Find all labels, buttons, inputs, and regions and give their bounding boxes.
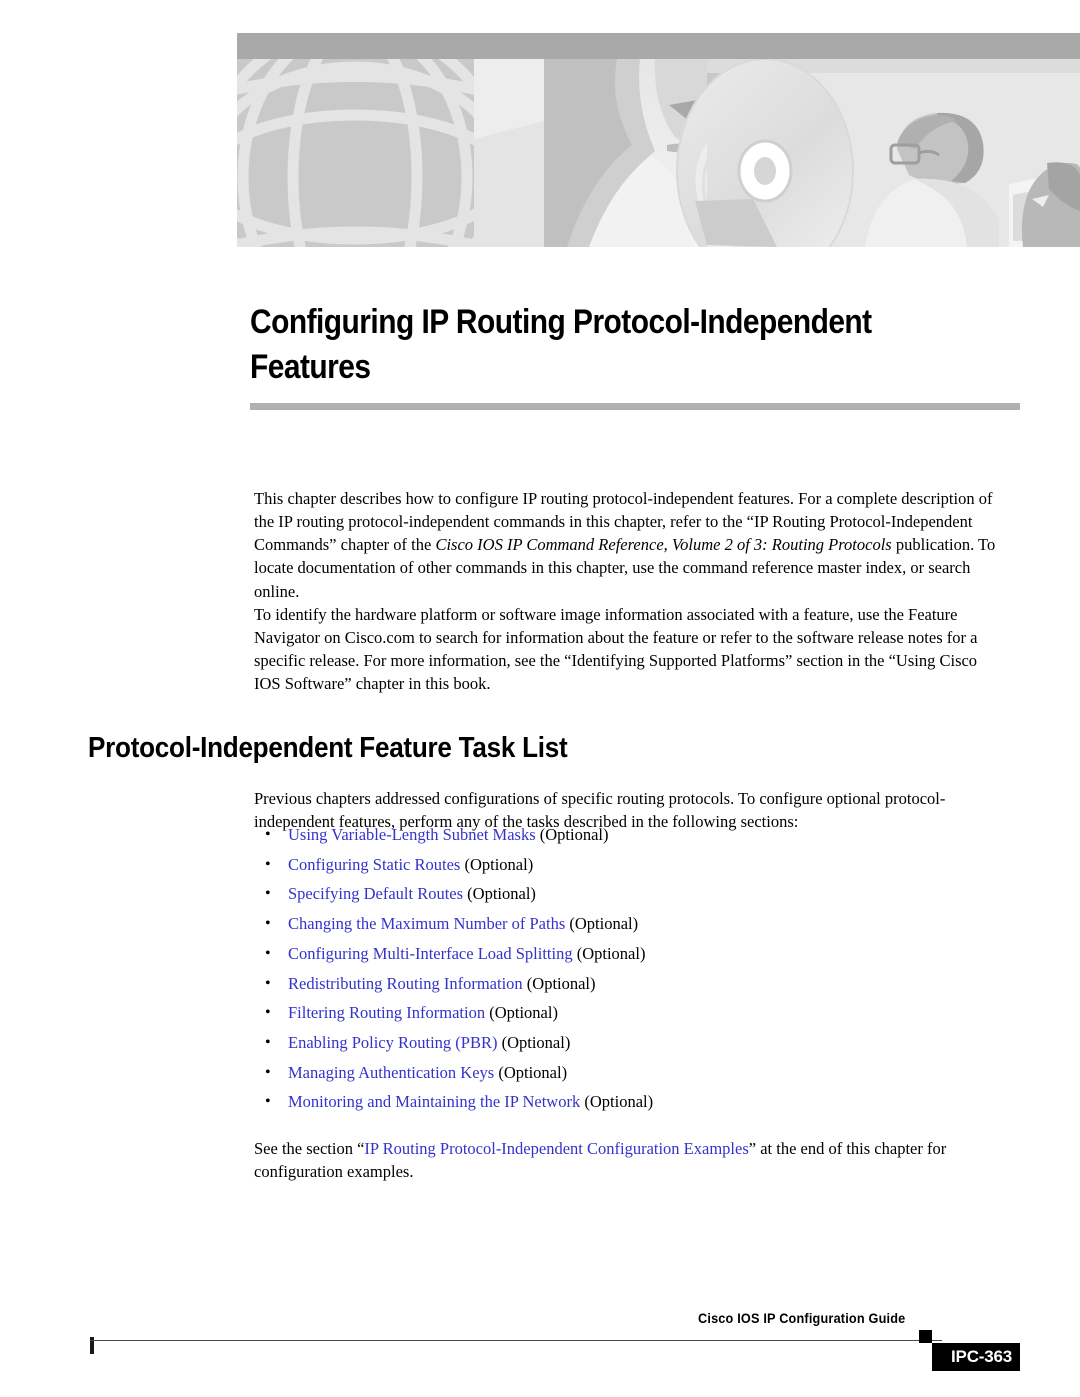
bullet-glyph: • bbox=[265, 1004, 271, 1022]
list-item[interactable]: • Redistributing Routing Information (Op… bbox=[260, 969, 1000, 999]
list-item[interactable]: • Enabling Policy Routing (PBR) (Optiona… bbox=[260, 1028, 1000, 1058]
task-optional-label: (Optional) bbox=[497, 1032, 571, 1052]
banner-artwork bbox=[237, 59, 1080, 247]
list-item[interactable]: • Configuring Static Routes (Optional) bbox=[260, 850, 1000, 880]
bullet-glyph: • bbox=[265, 1033, 271, 1051]
list-item[interactable]: • Monitoring and Maintaining the IP Netw… bbox=[260, 1087, 1000, 1117]
bullet-glyph: • bbox=[265, 1063, 271, 1081]
bullet-glyph: • bbox=[265, 826, 271, 843]
closing-section-link[interactable]: IP Routing Protocol-Independent Configur… bbox=[364, 1139, 748, 1158]
bullet-glyph: • bbox=[265, 855, 271, 873]
list-item[interactable]: • Managing Authentication Keys (Optional… bbox=[260, 1058, 1000, 1088]
task-link[interactable]: Changing the Maximum Number of Paths bbox=[288, 914, 565, 933]
bullet-glyph: • bbox=[265, 944, 271, 962]
footer-square-marker bbox=[919, 1330, 932, 1343]
globe-wireframe-icon bbox=[237, 59, 474, 247]
chapter-banner-illustration bbox=[237, 33, 1080, 247]
task-link[interactable]: Configuring Multi-Interface Load Splitti… bbox=[288, 944, 573, 963]
task-optional-label: (Optional) bbox=[522, 973, 596, 993]
task-link[interactable]: Monitoring and Maintaining the IP Networ… bbox=[288, 1092, 580, 1111]
closing-paragraph: See the section “IP Routing Protocol-Ind… bbox=[254, 1137, 1006, 1184]
task-optional-label: (Optional) bbox=[494, 1062, 568, 1082]
task-optional-label: (Optional) bbox=[485, 1003, 558, 1023]
bullet-glyph: • bbox=[265, 974, 271, 992]
task-optional-label: (Optional) bbox=[535, 825, 609, 844]
task-list: • Using Variable-Length Subnet Masks (Op… bbox=[260, 820, 1000, 1117]
task-link[interactable]: Filtering Routing Information bbox=[288, 1003, 485, 1022]
bullet-glyph: • bbox=[265, 1093, 271, 1111]
list-item[interactable]: • Changing the Maximum Number of Paths (… bbox=[260, 909, 1000, 939]
list-item[interactable]: • Filtering Routing Information (Optiona… bbox=[260, 998, 1000, 1028]
footer-guide-title: Cisco IOS IP Configuration Guide bbox=[698, 1311, 906, 1326]
chapter-title: Configuring IP Routing Protocol-Independ… bbox=[250, 303, 872, 386]
task-link[interactable]: Configuring Static Routes bbox=[288, 855, 460, 874]
title-divider-rule bbox=[250, 403, 1020, 410]
list-item[interactable]: • Configuring Multi-Interface Load Split… bbox=[260, 939, 1000, 969]
footer-rule bbox=[90, 1340, 942, 1341]
page-number-label: IPC-363 bbox=[951, 1347, 1012, 1366]
list-item[interactable]: • Specifying Default Routes (Optional) bbox=[260, 879, 1000, 909]
bullet-glyph: • bbox=[265, 915, 271, 933]
intro-paragraph-1: This chapter describes how to configure … bbox=[254, 487, 1006, 603]
banner-top-band bbox=[237, 33, 1080, 59]
closing-text-a: See the section “ bbox=[254, 1138, 365, 1158]
task-link[interactable]: Managing Authentication Keys bbox=[288, 1063, 494, 1082]
list-item[interactable]: • Using Variable-Length Subnet Masks (Op… bbox=[260, 820, 1000, 850]
section-heading: Protocol-Independent Feature Task List bbox=[88, 732, 568, 765]
intro-paragraph-2: To identify the hardware platform or sof… bbox=[254, 604, 978, 694]
page-number-badge: IPC-363 bbox=[932, 1343, 1020, 1371]
task-optional-label: (Optional) bbox=[565, 914, 639, 934]
task-optional-label: (Optional) bbox=[460, 854, 534, 874]
task-link[interactable]: Specifying Default Routes bbox=[288, 884, 463, 903]
task-optional-label: (Optional) bbox=[572, 943, 646, 963]
bullet-glyph: • bbox=[265, 885, 271, 903]
task-link[interactable]: Enabling Policy Routing (PBR) bbox=[288, 1033, 497, 1052]
task-link[interactable]: Redistributing Routing Information bbox=[288, 974, 523, 993]
task-optional-label: (Optional) bbox=[463, 884, 536, 904]
task-optional-label: (Optional) bbox=[580, 1092, 654, 1112]
task-link[interactable]: Using Variable-Length Subnet Masks bbox=[288, 825, 536, 844]
intro-p1-citation: Cisco IOS IP Command Reference, Volume 2… bbox=[435, 535, 892, 555]
